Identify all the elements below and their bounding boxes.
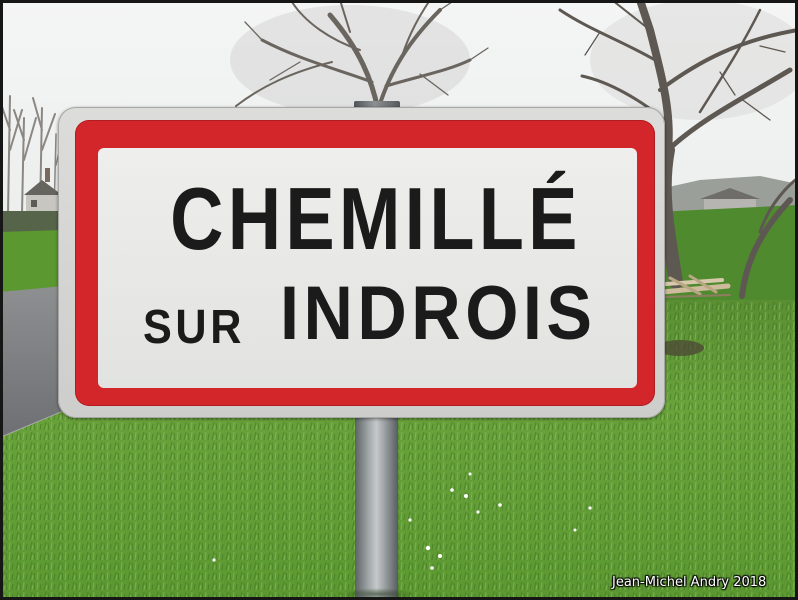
left-hedge (0, 211, 64, 232)
sign-town-name-line1: CHEMILLÉ (98, 175, 653, 263)
left-field (0, 230, 64, 292)
photo: CHEMILLÉ SUR INDROIS Jean-Michel Andry 2… (0, 0, 798, 600)
photo-credit: Jean-Michel Andry 2018 (612, 575, 767, 590)
sign-pole (355, 405, 398, 600)
pole-shadow (340, 588, 415, 600)
sign-text-chemille: CHEMILLÉ (169, 169, 582, 268)
sign-text-sur: SUR (143, 301, 246, 354)
sign-text-indrois: INDROIS (280, 271, 597, 356)
